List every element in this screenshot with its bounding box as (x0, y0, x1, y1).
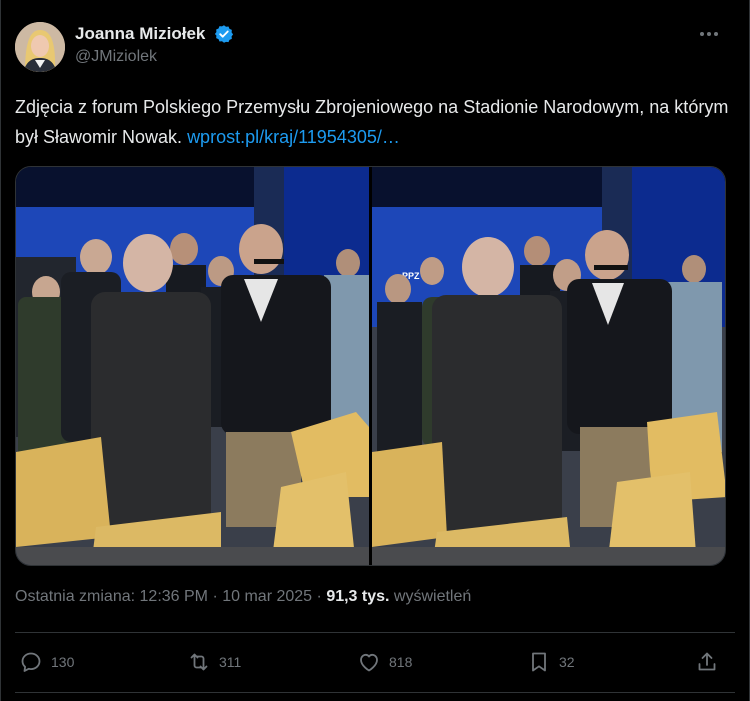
tweet-date[interactable]: 10 mar 2025 (222, 588, 312, 605)
action-bar: 130 311 818 32 (15, 642, 721, 682)
tweet-time[interactable]: 12:36 PM (140, 588, 208, 605)
bookmark-button[interactable]: 32 (527, 642, 575, 682)
bookmark-count: 32 (559, 654, 575, 670)
avatar-image (15, 22, 65, 72)
repost-button[interactable]: 311 (187, 642, 241, 682)
like-button[interactable]: 818 (357, 642, 412, 682)
author-names: Joanna Miziołek @JMiziolek (75, 24, 234, 66)
reply-button[interactable]: 130 (19, 642, 74, 682)
bookmark-icon (532, 652, 546, 672)
more-options-button[interactable] (695, 22, 723, 46)
handle[interactable]: @JMiziolek (75, 48, 234, 66)
reply-count: 130 (51, 654, 75, 670)
views-count: 91,3 tys. (326, 588, 390, 605)
meta-separator: · (316, 588, 322, 605)
avatar[interactable] (15, 22, 65, 72)
more-icon (700, 32, 718, 36)
repost-icon (190, 653, 208, 671)
tweet-link[interactable]: wprost.pl/kraj/11954305/… (187, 127, 400, 147)
photo-2[interactable]: PPZ (372, 167, 725, 565)
meta-separator: · (212, 588, 218, 605)
views-label: wyświetleń (393, 588, 472, 605)
display-name[interactable]: Joanna Miziołek (75, 24, 205, 44)
share-button[interactable] (695, 642, 727, 682)
share-icon (698, 652, 716, 671)
photo-1[interactable]: PPZ (16, 167, 369, 565)
media-grid: PPZ (15, 166, 726, 566)
tweet-text: Zdjęcia z forum Polskiego Przemysłu Zbro… (15, 92, 735, 152)
tweet-meta: Ostatnia zmiana: 12:36 PM · 10 mar 2025 … (15, 588, 471, 606)
like-count: 818 (389, 654, 413, 670)
photo-2-image: PPZ (372, 167, 725, 565)
heart-icon (360, 653, 378, 672)
repost-count: 311 (219, 654, 242, 670)
divider-bottom (15, 692, 735, 693)
tweet-frame: Joanna Miziołek @JMiziolek Zdjęcia z for… (0, 0, 750, 701)
reply-icon (21, 652, 41, 672)
divider-top (15, 632, 735, 633)
verified-badge-icon[interactable] (214, 24, 234, 44)
tweet-header: Joanna Miziołek @JMiziolek (15, 20, 737, 76)
edited-label[interactable]: Ostatnia zmiana: (15, 588, 135, 605)
photo-1-image: PPZ (16, 167, 369, 565)
